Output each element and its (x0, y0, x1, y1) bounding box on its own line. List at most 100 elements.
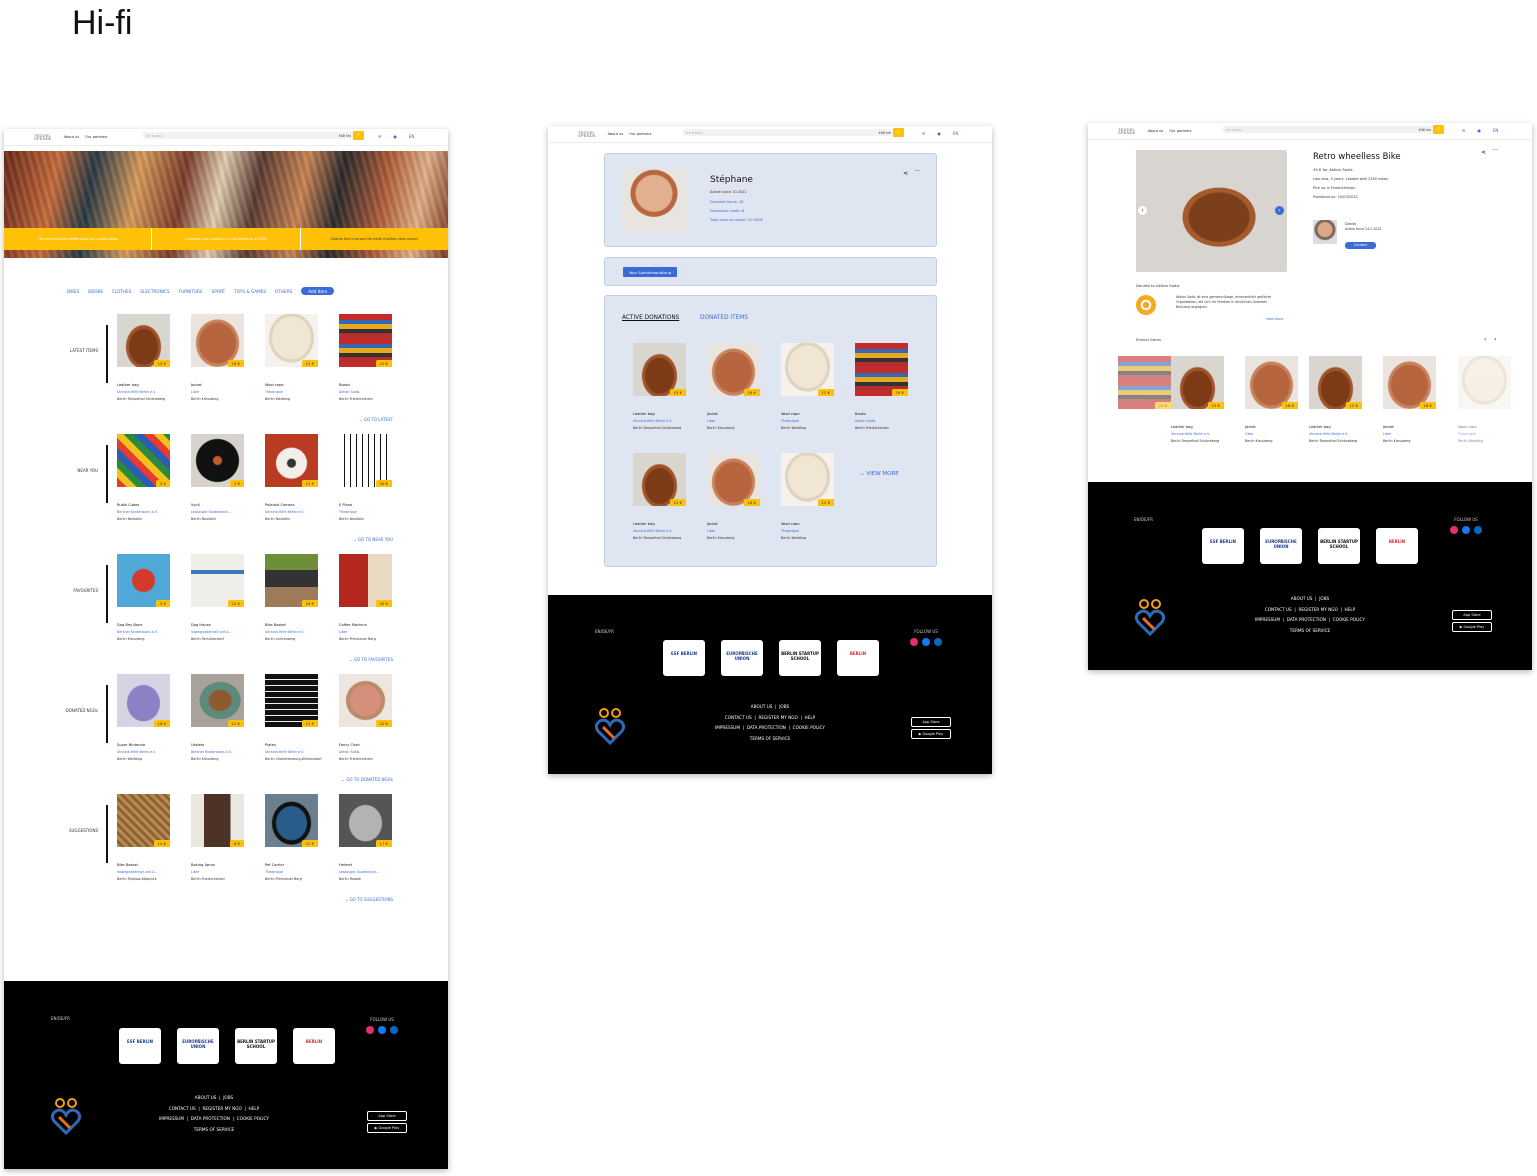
item-image[interactable]: 12 € (265, 434, 318, 487)
partner-badge[interactable]: BERLIN (1376, 528, 1418, 564)
item-ngo[interactable]: Liber (1383, 432, 1438, 436)
item-card[interactable]: 10 € Bike Basket Vogelgnadenhof und A... Be… (117, 794, 172, 881)
item-card[interactable]: Wool cape Theatrigue Berlin Wedding (1458, 356, 1513, 443)
logo[interactable]: TEDDEL SPENDE (1118, 127, 1136, 135)
item-image[interactable]: 18 € (117, 674, 170, 727)
item-image[interactable]: 20 € (855, 343, 908, 396)
item-image[interactable]: 18 € (1245, 356, 1298, 409)
footer-link[interactable]: IMPRESSUM (1255, 617, 1280, 622)
footer-link[interactable]: TERMS OF SERVICE (750, 736, 790, 741)
item-ngo[interactable]: Vogelgnadenhof und A... (191, 630, 246, 634)
lang-switch[interactable]: EN (953, 131, 959, 136)
item-card[interactable]: 22 € Pet Carrier Theatrigue Berlin Prenzlau… (265, 794, 320, 881)
partner-badge[interactable]: ESF BERLIN (119, 1028, 161, 1064)
receipt-button[interactable]: Your Spendenquittung (623, 267, 678, 277)
item-card[interactable]: 12 € Plates Ukraine-Hilfe Berlin e.V. Berli… (265, 674, 322, 761)
category-electronics[interactable]: ELECTRONICS (140, 289, 169, 294)
item-image[interactable]: 12 € (265, 674, 318, 727)
prev-image-button[interactable]: ‹ (1138, 206, 1147, 215)
footer-link[interactable]: DATA PROTECTION (191, 1116, 230, 1121)
partner-badge[interactable]: BERLIN (293, 1028, 335, 1064)
item-image[interactable]: 17 € (339, 794, 392, 847)
footer-lang-switch[interactable]: EN/DE/FR (1134, 517, 1153, 522)
item-ngo[interactable]: Theatrigue (265, 870, 320, 874)
nav-partners[interactable]: Our partners (85, 135, 107, 139)
similar-prev-icon[interactable]: ‹ (1484, 336, 1486, 343)
item-card[interactable]: 35 € Coffee Machine Liber Berlin Prenzlauer… (339, 554, 394, 641)
item-card[interactable]: 18 € Jacket Liber Berlin Kreuzberg (707, 453, 762, 540)
item-ngo[interactable]: Theatrigue (781, 419, 836, 423)
item-image[interactable]: 30 € (339, 434, 392, 487)
item-image[interactable]: 20 € (1118, 356, 1171, 409)
footer-link[interactable]: REGISTER MY NGO (202, 1106, 241, 1111)
footer-link[interactable]: CONTACT US (1265, 607, 1292, 612)
item-image[interactable]: 18 € (707, 453, 760, 506)
search-button[interactable]: ⌕ (353, 131, 364, 140)
item-image[interactable]: 18 € (265, 554, 318, 607)
item-ngo[interactable]: Lesßzugel Studentisch... (191, 510, 246, 514)
footer-link[interactable]: HELP (805, 715, 816, 720)
footer-link[interactable]: JOBS (223, 1095, 233, 1100)
item-ngo[interactable]: Liber (1245, 432, 1300, 436)
item-ngo[interactable]: Ukraine-Hilfe Berlin e.V. (1171, 432, 1226, 436)
footer-link[interactable]: HELP (1345, 607, 1356, 612)
mail-icon[interactable]: ✉ (922, 131, 925, 136)
item-card[interactable]: 15 € Leather bag Ukraine-Hilfe Berlin e.V.… (1171, 356, 1226, 443)
footer-link[interactable]: CONTACT US (725, 715, 752, 720)
item-image[interactable]: 12 € (265, 314, 318, 367)
tab-active-donations[interactable]: ACTIVE DONATIONS (622, 315, 679, 321)
item-card[interactable]: 18 € Super Nintendo Ukraine-Hilfe Berlin e… (117, 674, 172, 761)
item-card[interactable]: 22 € Fancy Chair Aktion Sodis Berlin Friedr… (339, 674, 394, 761)
user-icon[interactable]: ● (937, 131, 941, 136)
instagram-icon[interactable] (366, 1026, 374, 1034)
linkedin-icon[interactable] (390, 1026, 398, 1034)
item-card[interactable]: 15 € Leather bag Ukraine-Hilfe Berlin e.V.… (1309, 356, 1364, 443)
item-ngo[interactable]: Liber (339, 630, 394, 634)
item-ngo[interactable]: Ukraine-Hilfe Berlin e.V. (633, 529, 688, 533)
item-card[interactable]: 15 € Leather bag Ukraine-Hilfe Berlin e.V.… (117, 314, 172, 401)
google-play-button[interactable]: ▶ Google Play (367, 1123, 407, 1133)
mail-icon[interactable]: ✉ (1462, 128, 1465, 133)
item-ngo[interactable]: Lesßzugel Studentisch... (339, 870, 394, 874)
item-ngo[interactable]: Aktion Sodis (339, 390, 394, 394)
item-image[interactable]: 15 € (1171, 356, 1224, 409)
item-ngo[interactable]: Vogelgnadenhof und A... (117, 870, 172, 874)
category-sport[interactable]: SPORT (212, 289, 226, 294)
item-card[interactable]: 20 € (1118, 356, 1173, 425)
footer-link[interactable]: ABOUT US (195, 1095, 217, 1100)
item-image[interactable]: 15 € (633, 343, 686, 396)
radius-select[interactable]: +10 km (338, 134, 351, 138)
item-ngo[interactable]: Liber (707, 529, 762, 533)
item-image[interactable]: 5 € (117, 434, 170, 487)
footer-lang-switch[interactable]: EN/DE/FR (51, 1016, 70, 1021)
footer-link[interactable]: REGISTER MY NGO (758, 715, 797, 720)
go-to-link[interactable]: ⌄ GO TO LATEST (359, 417, 393, 422)
item-card[interactable]: 5 € Dog Bey Bone Berliner Kindertoons e.V.… (117, 554, 172, 641)
search-button[interactable]: ⌕ (893, 128, 904, 137)
item-ngo[interactable]: Theatrigue (1458, 432, 1513, 436)
nav-about[interactable]: About us (64, 135, 80, 139)
item-card[interactable]: 18 € Bike Basket Ukraine-Hilfe Berlin e.V.… (265, 554, 320, 641)
partner-badge[interactable]: EUROPÄISCHE UNION (177, 1028, 219, 1064)
app-store-button[interactable]: App Store (367, 1111, 407, 1121)
item-ngo[interactable]: Ukraine-Hilfe Berlin e.V. (265, 510, 320, 514)
item-ngo[interactable]: Liber (191, 870, 246, 874)
tab-donated-items[interactable]: DONATED ITEMS (700, 315, 748, 321)
item-ngo[interactable]: Ukraine-Hilfe Berlin e.V. (117, 750, 172, 754)
partner-badge[interactable]: BERLIN STARTUP SCHOOL (779, 640, 821, 676)
item-image[interactable]: 22 € (265, 794, 318, 847)
item-ngo[interactable]: Berliner Kindertoons e.V. (117, 630, 172, 634)
item-ngo[interactable]: Liber (191, 390, 246, 394)
google-play-button[interactable]: ▶ Google Play (911, 729, 951, 739)
facebook-icon[interactable] (922, 638, 930, 646)
item-card[interactable]: 15 € Leather bag Ukraine-Hilfe Berlin e.V.… (633, 343, 688, 430)
footer-link[interactable]: TERMS OF SERVICE (1290, 628, 1330, 633)
nav-partners[interactable]: Our partners (1169, 129, 1191, 133)
more-icon[interactable]: ··· (914, 168, 920, 175)
item-image[interactable]: 15 € (1309, 356, 1362, 409)
lang-switch[interactable]: EN (409, 134, 415, 139)
item-card[interactable]: 20 € Books Aktion Sodis Berlin Friedrichsha… (855, 343, 910, 430)
category-bikes[interactable]: BIKES (67, 289, 79, 294)
footer-link[interactable]: HELP (249, 1106, 260, 1111)
category-others[interactable]: OTHERS (275, 289, 292, 294)
